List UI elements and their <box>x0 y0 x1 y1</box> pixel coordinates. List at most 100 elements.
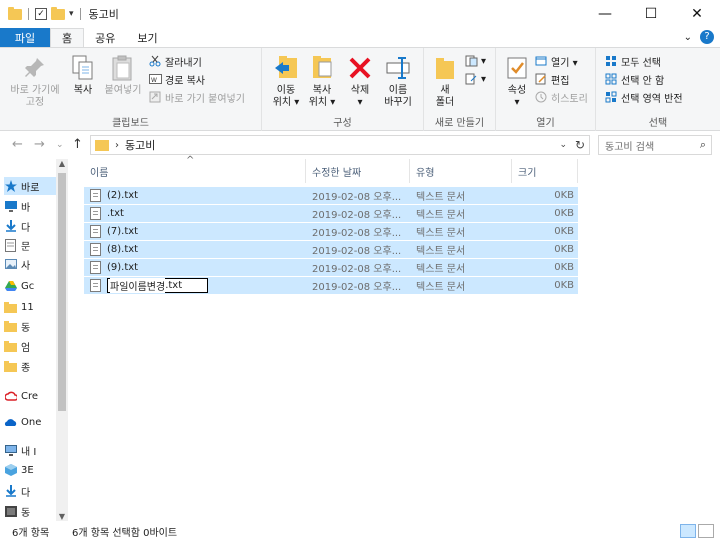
new-group: 새 폴더 ▾ ▾ 새로 만들기 <box>424 48 496 132</box>
back-arrow-icon[interactable]: ← <box>12 137 23 152</box>
folder-icon[interactable] <box>8 6 22 20</box>
address-bar[interactable]: › 동고비 ⌄ ↻ <box>90 135 590 155</box>
nav-item[interactable]: 동 <box>4 317 56 335</box>
select-all-button[interactable]: 모두 선택 <box>604 53 661 69</box>
select-none-button[interactable]: 선택 안 함 <box>604 71 664 87</box>
cut-button[interactable]: 잘라내기 <box>148 53 202 69</box>
large-icons-view-icon[interactable] <box>698 524 714 538</box>
nav-item[interactable]: Cre <box>4 387 56 405</box>
clipboard-group-label: 클립보드 <box>112 118 149 129</box>
minimize-button[interactable]: — <box>582 0 628 28</box>
pin-icon <box>21 53 49 83</box>
new-folder-button[interactable]: 새 폴더 <box>428 53 462 109</box>
properties-check-icon[interactable]: ✓ <box>35 8 47 20</box>
move-to-button[interactable]: 이동 위치 ▾ <box>268 53 304 109</box>
customize-dropdown-icon[interactable]: ▾ <box>69 9 74 19</box>
svg-text:W: W <box>151 77 157 84</box>
rename-button[interactable]: 이름 바꾸기 <box>378 53 418 109</box>
file-size-cell: 0KB <box>554 208 574 219</box>
pin-quick-access-button[interactable]: 바로 가기에 고정 <box>4 53 66 109</box>
nav-item[interactable]: One <box>4 413 56 431</box>
column-header-date[interactable]: 수정한 날짜 <box>306 159 410 183</box>
delete-button[interactable]: 삭제 ▾ <box>342 53 378 109</box>
nav-item[interactable]: 엄 <box>4 337 56 355</box>
nav-item[interactable]: 내 I <box>4 441 56 459</box>
copy-path-icon: W <box>148 72 162 86</box>
text-file-icon <box>90 279 101 292</box>
open-button[interactable]: 열기 ▾ <box>534 53 578 69</box>
open-group-label: 열기 <box>536 118 555 129</box>
invert-selection-button[interactable]: 선택 영역 반전 <box>604 89 683 105</box>
search-icon: ⌕ <box>699 138 706 151</box>
help-icon[interactable]: ? <box>700 30 714 44</box>
download-icon <box>4 485 17 497</box>
nav-item[interactable]: 종 <box>4 357 56 375</box>
nav-item[interactable]: 동 <box>4 502 56 520</box>
column-header-size[interactable]: 크기 <box>512 159 578 183</box>
file-row[interactable]: (9).txt 2019-02-08 오후... 텍스트 문서 0KB <box>84 259 578 277</box>
refresh-icon[interactable]: ↻ <box>575 138 585 152</box>
edit-button[interactable]: 편집 <box>534 71 569 87</box>
up-arrow-icon[interactable]: ↑ <box>72 137 83 152</box>
select-none-icon <box>604 72 618 86</box>
paste-button[interactable]: 붙여넣기 <box>102 53 144 97</box>
nav-item-label: Cre <box>21 390 39 402</box>
file-row[interactable]: (8).txt 2019-02-08 오후... 텍스트 문서 0KB <box>84 241 578 259</box>
breadcrumb-current[interactable]: 동고비 <box>125 137 155 153</box>
paste-shortcut-button[interactable]: 바로 가기 붙여넣기 <box>148 89 245 105</box>
navigation-pane: 바로 바 다 문 사 Gc 11 동 엄 종 Cre One 내 I 3E 다 동 ▲ ▼ <box>0 159 68 521</box>
tab-file[interactable]: 파일 <box>0 28 50 47</box>
folder-icon <box>4 340 17 352</box>
nav-item[interactable]: 바로 <box>4 177 56 195</box>
copy-button[interactable]: 복사 <box>66 53 100 97</box>
file-type-cell: 텍스트 문서 <box>416 264 466 275</box>
file-row[interactable]: (7).txt 2019-02-08 오후... 텍스트 문서 0KB <box>84 223 578 241</box>
nav-item[interactable]: Gc <box>4 277 56 295</box>
download-icon <box>4 220 17 232</box>
nav-item[interactable]: 11 <box>4 298 56 316</box>
nav-item[interactable]: 다 <box>4 482 56 500</box>
scroll-up-icon[interactable]: ▲ <box>56 159 68 168</box>
properties-button[interactable]: 속성 ▾ <box>500 53 534 109</box>
easy-access-button[interactable]: ▾ <box>464 71 486 87</box>
details-view-icon[interactable] <box>680 524 696 538</box>
scroll-thumb[interactable] <box>58 173 66 411</box>
rename-input[interactable]: 파일이름변경 .txt <box>107 278 208 293</box>
close-button[interactable]: ✕ <box>674 0 720 28</box>
file-row[interactable]: (2).txt 2019-02-08 오후... 텍스트 문서 0KB <box>84 187 578 205</box>
nav-item-label: 문 <box>21 241 31 253</box>
open-icon <box>534 54 548 68</box>
file-name-cell: (2).txt <box>90 187 306 204</box>
history-button[interactable]: 히스토리 <box>534 89 588 105</box>
column-header-name[interactable]: 이름 <box>84 159 306 183</box>
nav-item[interactable]: 3E <box>4 461 56 479</box>
copy-to-button[interactable]: 복사 위치 ▾ <box>304 53 340 109</box>
column-header-type[interactable]: 유형 <box>410 159 512 183</box>
ribbon-tabs: 파일 홈 공유 보기 ⌄ ? <box>0 28 720 47</box>
nav-item[interactable]: 문 <box>4 236 56 254</box>
file-name: (2).txt <box>107 190 139 201</box>
nav-scrollbar[interactable]: ▲ ▼ <box>56 159 68 521</box>
new-folder-icon[interactable] <box>51 6 65 20</box>
forward-arrow-icon[interactable]: → <box>34 137 45 152</box>
ribbon-expand-icon[interactable]: ⌄ <box>684 32 692 43</box>
breadcrumb-chevron-icon[interactable]: › <box>115 140 119 151</box>
nav-item[interactable]: 다 <box>4 217 56 235</box>
file-row[interactable]: .txt 2019-02-08 오후... 텍스트 문서 0KB <box>84 205 578 223</box>
recent-dropdown-icon[interactable]: ⌄ <box>56 140 64 150</box>
file-type-cell: 텍스트 문서 <box>416 210 466 221</box>
new-item-button[interactable]: ▾ <box>464 53 486 69</box>
tab-home[interactable]: 홈 <box>50 28 85 47</box>
scroll-down-icon[interactable]: ▼ <box>56 512 68 521</box>
copy-path-button[interactable]: W 경로 복사 <box>148 71 205 87</box>
file-type-cell: 텍스트 문서 <box>416 228 466 239</box>
address-dropdown-icon[interactable]: ⌄ <box>559 140 567 150</box>
tab-view[interactable]: 보기 <box>126 28 168 47</box>
search-box[interactable]: 동고비 검색 ⌕ <box>598 135 712 155</box>
tab-share[interactable]: 공유 <box>84 28 126 47</box>
maximize-button[interactable]: ☐ <box>628 0 674 28</box>
file-row[interactable]: 파일이름변경 .txt 2019-02-08 오후... 텍스트 문서 0KB <box>84 277 578 295</box>
nav-item[interactable]: 사 <box>4 255 56 273</box>
nav-item[interactable]: 바 <box>4 197 56 215</box>
new-group-label: 새로 만들기 <box>434 118 485 129</box>
